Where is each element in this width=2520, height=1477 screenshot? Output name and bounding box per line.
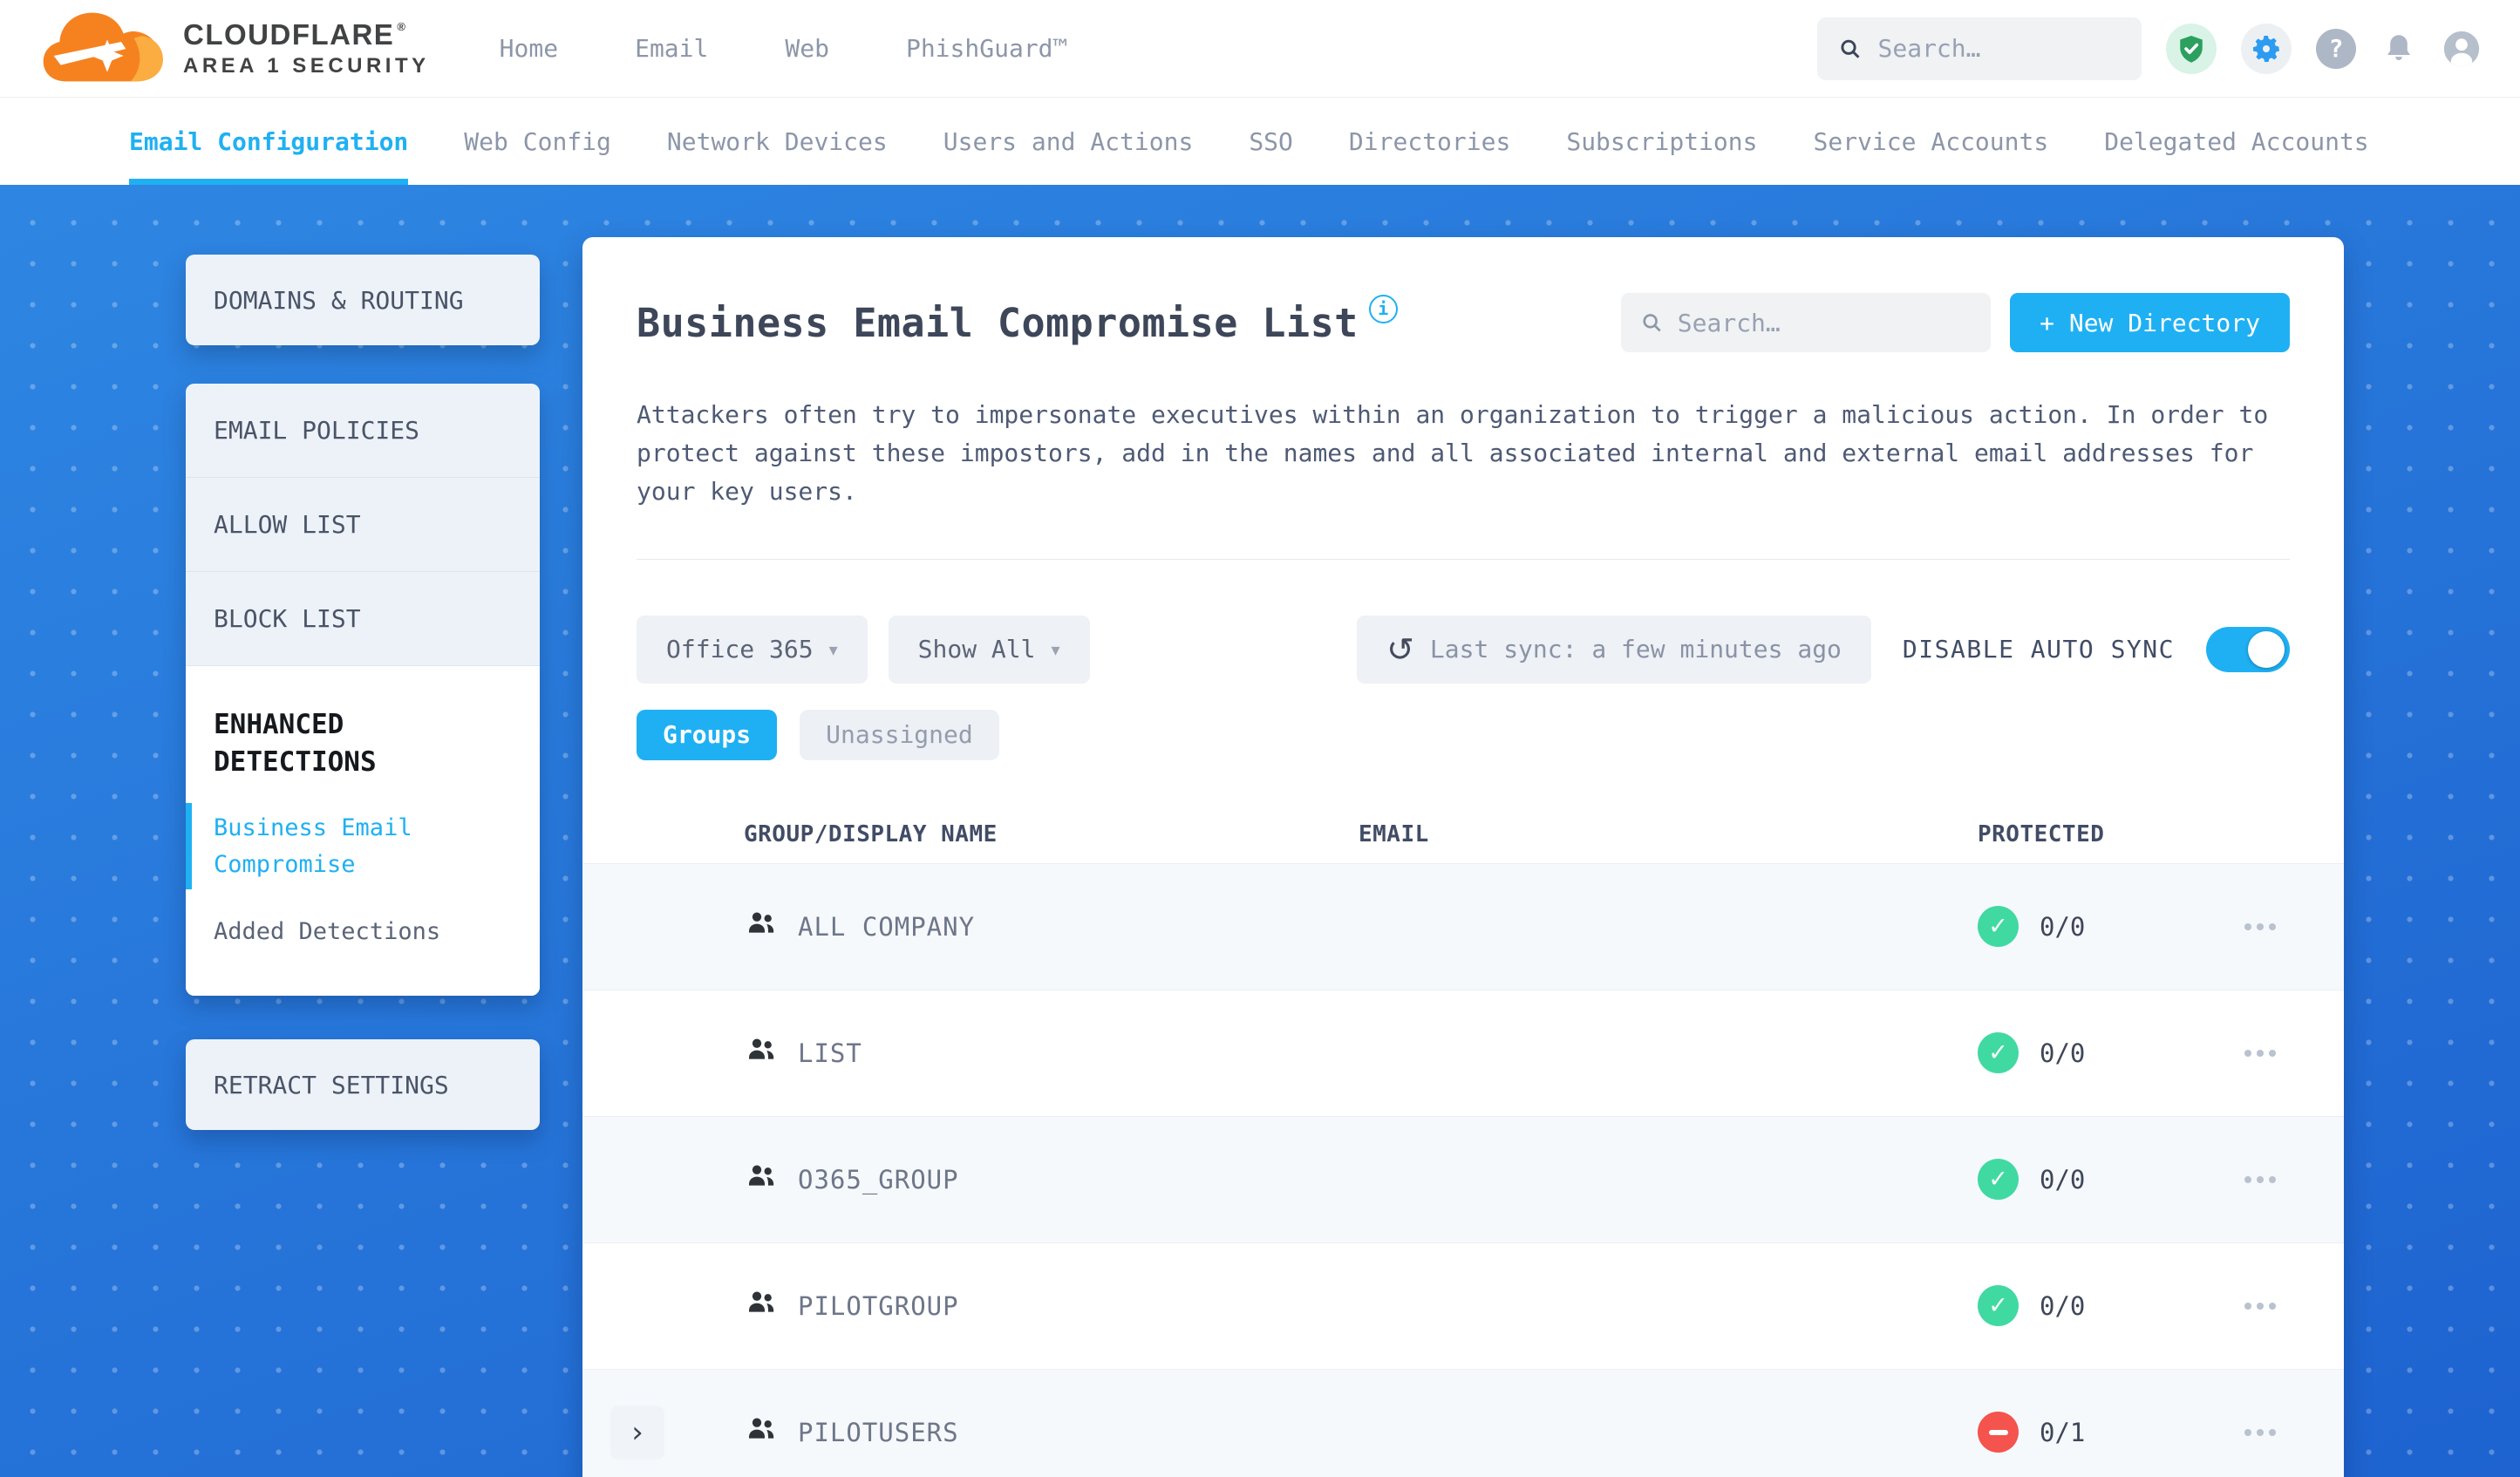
tab-sso[interactable]: SSO	[1249, 98, 1293, 185]
column-protected: PROTECTED	[1978, 820, 2105, 847]
protected-count: 0/0	[2040, 911, 2086, 942]
registered-mark: ®	[397, 20, 407, 33]
page-title: Business Email Compromise List	[637, 299, 1359, 346]
global-search-input[interactable]	[1877, 34, 2121, 63]
sidebar-item-retract-settings[interactable]: RETRACT SETTINGS	[186, 1039, 540, 1131]
view-tab-groups[interactable]: Groups	[637, 709, 778, 760]
group-people-icon	[744, 906, 798, 947]
global-search[interactable]	[1817, 17, 2142, 80]
tab-subscriptions[interactable]: Subscriptions	[1566, 98, 1757, 185]
table-row[interactable]: › LIST ✓ 0/0	[582, 989, 2344, 1116]
group-people-icon	[744, 1412, 798, 1453]
top-nav-email[interactable]: Email	[635, 34, 708, 63]
group-name: PILOTGROUP	[798, 1290, 959, 1321]
sidebar-item-enhanced-detections[interactable]: ENHANCED DETECTIONS Business Email Compr…	[186, 666, 540, 997]
tab-users-and-actions[interactable]: Users and Actions	[943, 98, 1194, 185]
top-nav-web[interactable]: Web	[785, 34, 829, 63]
view-tabs: Groups Unassigned	[637, 709, 2290, 760]
group-name: ALL COMPANY	[798, 911, 976, 942]
column-group-display-name: GROUP/DISPLAY NAME	[744, 820, 998, 847]
protected-status-icon: ✓	[1978, 1285, 2019, 1327]
cloudflare-logo[interactable]: CLOUDFLARE ® AREA 1 SECURITY	[38, 7, 430, 91]
group-people-icon	[744, 1159, 798, 1200]
view-tab-unassigned[interactable]: Unassigned	[800, 709, 999, 760]
tab-service-accounts[interactable]: Service Accounts	[1814, 98, 2049, 185]
protected-status-icon: ✓	[1978, 1032, 2019, 1074]
tab-directories[interactable]: Directories	[1349, 98, 1510, 185]
sidebar: DOMAINS & ROUTING EMAIL POLICIES ALLOW L…	[186, 255, 540, 1131]
search-icon	[1841, 39, 1860, 58]
sidebar-item-allow-list[interactable]: ALLOW LIST	[186, 478, 540, 572]
top-nav-home[interactable]: Home	[500, 34, 558, 63]
security-shield-icon[interactable]	[2166, 23, 2217, 74]
tab-delegated-accounts[interactable]: Delegated Accounts	[2104, 98, 2368, 185]
table-row[interactable]: › PILOTGROUP ✓ 0/0	[582, 1242, 2344, 1369]
last-sync-button[interactable]: ↺ Last sync: a few minutes ago	[1357, 615, 1871, 684]
cloudflare-cloud-icon	[43, 12, 163, 81]
protected-count: 0/0	[2040, 1290, 2086, 1321]
notifications-bell-icon[interactable]	[2380, 31, 2417, 67]
group-name: PILOTUSERS	[798, 1417, 959, 1447]
tab-email-configuration[interactable]: Email Configuration	[129, 98, 409, 185]
provider-dropdown[interactable]: Office 365 ▾	[637, 615, 868, 684]
new-directory-button[interactable]: + New Directory	[2010, 293, 2290, 352]
toggle-knob	[2248, 630, 2285, 668]
brand-subtitle: AREA 1 SECURITY	[183, 54, 430, 78]
search-icon	[1643, 314, 1661, 332]
settings-gear-icon[interactable]	[2241, 23, 2292, 74]
bec-list-card: Business Email Compromise List i + New D…	[582, 237, 2344, 1477]
row-actions-menu-icon[interactable]	[2237, 1415, 2283, 1450]
expand-chevron-icon[interactable]: ›	[610, 1405, 664, 1460]
top-nav-phishguard[interactable]: PhishGuard™	[906, 34, 1067, 63]
list-search[interactable]	[1621, 293, 1992, 352]
chevron-down-icon: ▾	[828, 638, 838, 660]
row-actions-menu-icon[interactable]	[2237, 909, 2283, 944]
section-tabs: Email Configuration Web Config Network D…	[0, 98, 2520, 185]
auto-sync-toggle[interactable]	[2206, 626, 2290, 672]
tab-web-config[interactable]: Web Config	[464, 98, 611, 185]
section-divider	[637, 558, 2290, 560]
row-actions-menu-icon[interactable]	[2237, 1036, 2283, 1071]
disable-auto-sync-label: DISABLE AUTO SYNC	[1902, 635, 2175, 664]
protected-count: 0/0	[2040, 1038, 2086, 1068]
protected-count: 0/1	[2040, 1417, 2086, 1447]
column-email: EMAIL	[1359, 820, 1429, 847]
row-actions-menu-icon[interactable]	[2237, 1289, 2283, 1324]
row-actions-menu-icon[interactable]	[2237, 1162, 2283, 1197]
content-area: DOMAINS & ROUTING EMAIL POLICIES ALLOW L…	[0, 185, 2520, 1477]
sidebar-item-email-policies[interactable]: EMAIL POLICIES	[186, 384, 540, 478]
group-people-icon	[744, 1032, 798, 1073]
group-name: O365_GROUP	[798, 1164, 959, 1195]
groups-table: GROUP/DISPLAY NAME EMAIL PROTECTED › ALL…	[582, 806, 2344, 1477]
page-description: Attackers often try to impersonate execu…	[637, 400, 2269, 507]
chevron-down-icon: ▾	[1051, 638, 1060, 660]
top-nav: Home Email Web PhishGuard™	[500, 34, 1068, 63]
protected-count: 0/0	[2040, 1164, 2086, 1195]
list-search-input[interactable]	[1677, 308, 1972, 337]
sidebar-item-business-email-compromise[interactable]: Business Email Compromise	[186, 802, 475, 890]
enhanced-detections-label: ENHANCED DETECTIONS	[214, 709, 377, 779]
group-name: LIST	[798, 1038, 862, 1068]
tab-network-devices[interactable]: Network Devices	[667, 98, 888, 185]
table-row[interactable]: › ALL COMPANY ✓ 0/0	[582, 862, 2344, 990]
user-avatar-icon[interactable]	[2442, 29, 2482, 69]
top-header: CLOUDFLARE ® AREA 1 SECURITY Home Email …	[0, 0, 2520, 98]
protected-status-icon: ✓	[1978, 906, 2019, 948]
sidebar-item-added-detections[interactable]: Added Detections	[214, 914, 475, 950]
sidebar-item-block-list[interactable]: BLOCK LIST	[186, 572, 540, 666]
group-people-icon	[744, 1285, 798, 1326]
table-row[interactable]: › PILOTUSERS ✓ 0/1	[582, 1368, 2344, 1477]
info-icon[interactable]: i	[1368, 294, 1398, 323]
protected-status-icon: ✓	[1978, 1412, 2019, 1453]
help-icon[interactable]: ?	[2316, 28, 2356, 69]
sidebar-policy-group: EMAIL POLICIES ALLOW LIST BLOCK LIST ENH…	[186, 384, 540, 997]
sidebar-item-domains-routing[interactable]: DOMAINS & ROUTING	[186, 255, 540, 345]
sync-icon: ↺	[1386, 630, 1414, 669]
brand-name: CLOUDFLARE	[183, 18, 395, 51]
table-header: GROUP/DISPLAY NAME EMAIL PROTECTED	[582, 806, 2344, 863]
protected-status-icon: ✓	[1978, 1159, 2019, 1201]
table-row[interactable]: › O365_GROUP ✓ 0/0	[582, 1115, 2344, 1242]
show-filter-dropdown[interactable]: Show All ▾	[888, 615, 1090, 684]
